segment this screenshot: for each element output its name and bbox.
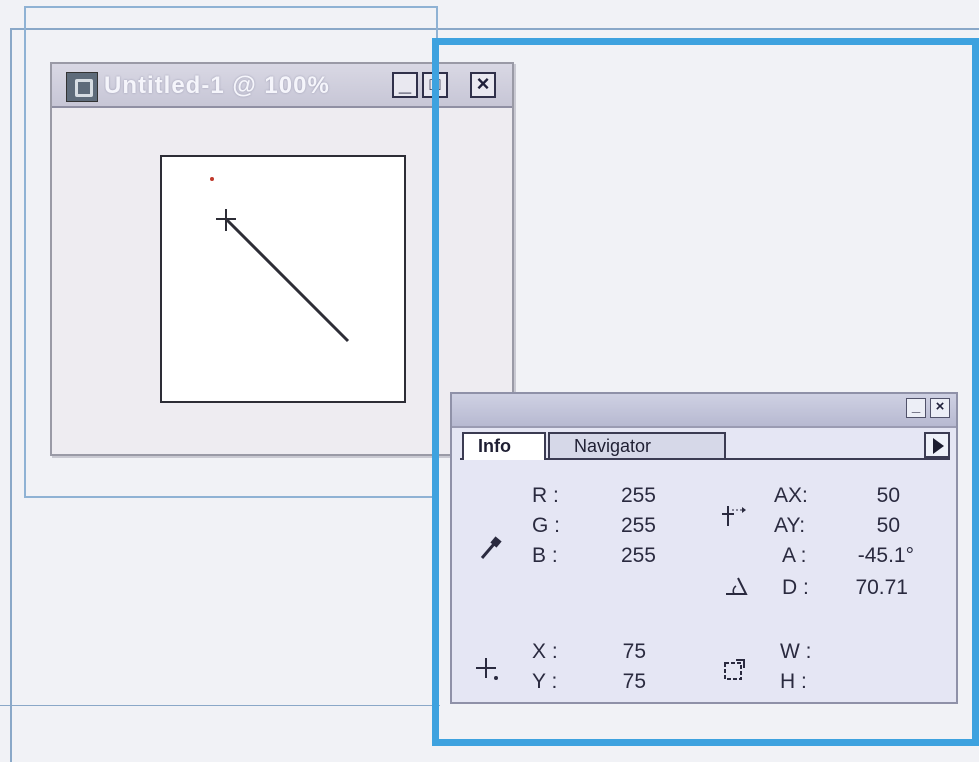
value-ay: 50 xyxy=(876,514,900,537)
left-frame-line xyxy=(10,28,12,762)
value-y: 75 xyxy=(622,670,646,693)
label-x: X : xyxy=(532,640,558,663)
minimize-button[interactable]: _ xyxy=(392,72,418,98)
panel-close-button[interactable]: × xyxy=(930,398,950,418)
panel-titlebar[interactable]: _ × xyxy=(452,394,956,428)
label-a: A : xyxy=(782,544,807,567)
eyedropper-icon xyxy=(480,536,502,559)
document-title: Untitled-1 @ 100% xyxy=(104,72,330,99)
label-ay: AY: xyxy=(774,514,806,537)
tab-strip: Navigator Info xyxy=(460,432,950,460)
info-panel[interactable]: _ × Navigator Info R : 255 G : 255 B : 2… xyxy=(450,392,958,704)
value-r: 255 xyxy=(620,484,656,507)
measure-line xyxy=(224,217,350,343)
value-ax: 50 xyxy=(876,484,900,507)
label-d: D : xyxy=(782,576,809,599)
value-g: 255 xyxy=(620,514,656,537)
document-icon xyxy=(66,72,98,102)
label-g: G : xyxy=(532,514,561,537)
panel-minimize-button[interactable]: _ xyxy=(906,398,926,418)
tab-info[interactable]: Info xyxy=(462,432,546,460)
value-x: 75 xyxy=(622,640,646,663)
value-a: -45.1° xyxy=(857,544,914,567)
value-b: 255 xyxy=(620,544,656,567)
measure-drawing xyxy=(210,177,350,343)
red-dot-mark xyxy=(210,177,214,181)
label-r: R : xyxy=(532,484,559,507)
offset-icon xyxy=(722,506,746,526)
bottom-frame-line xyxy=(0,705,440,706)
selection-size-icon xyxy=(724,659,745,680)
crosshair-icon xyxy=(476,658,498,680)
angle-icon xyxy=(726,577,748,595)
label-ax: AX: xyxy=(774,484,808,507)
label-w: W : xyxy=(780,640,812,663)
label-b: B : xyxy=(532,544,558,567)
panel-menu-arrow-icon[interactable] xyxy=(924,432,950,458)
label-h: H : xyxy=(780,670,807,693)
tab-navigator[interactable]: Navigator xyxy=(548,432,726,458)
document-canvas[interactable] xyxy=(160,155,406,403)
label-y: Y : xyxy=(532,670,558,693)
value-d: 70.71 xyxy=(855,576,908,599)
